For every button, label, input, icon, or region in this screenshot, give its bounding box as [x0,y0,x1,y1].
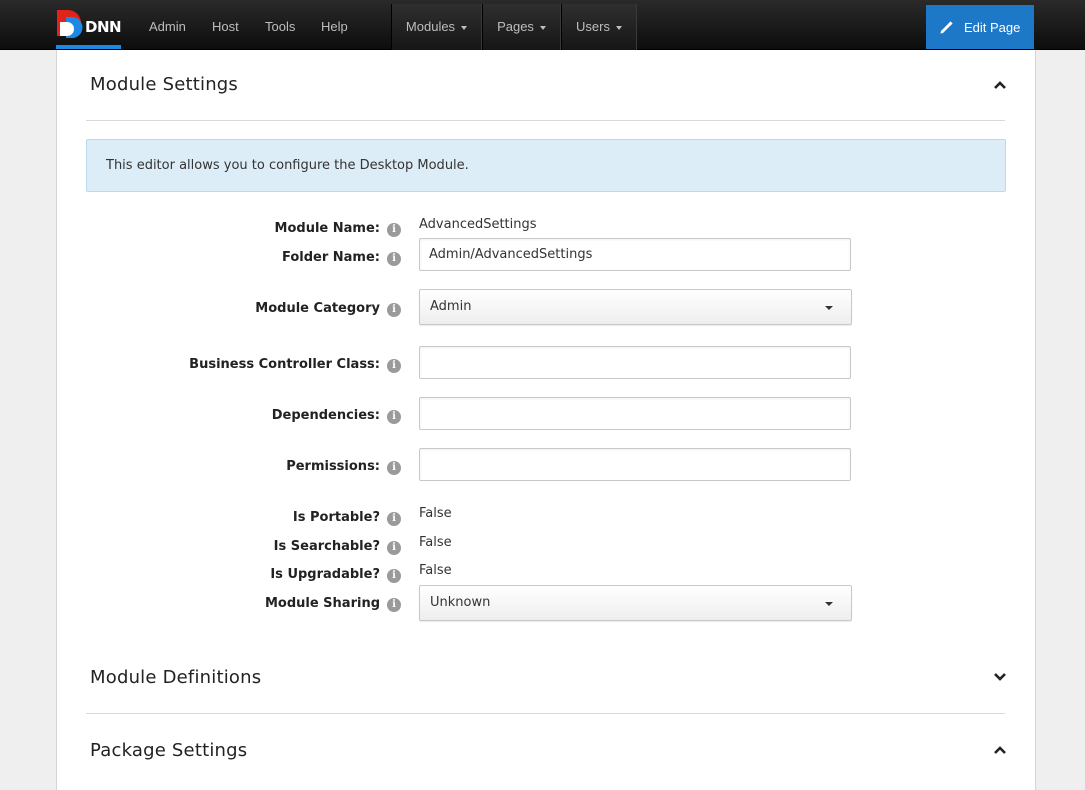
chevron-down-icon[interactable] [993,672,1007,682]
folder-name-label: Folder Name: [281,250,380,265]
chevron-down-icon [539,25,546,30]
control-bar: DNN Admin Host Tools Help Modules Pages … [0,0,1085,50]
chevron-down-icon [615,25,622,30]
package-settings-title[interactable]: Package Settings [90,740,247,761]
is-portable-value: False [419,506,452,521]
help-icon[interactable]: i [387,569,401,583]
chevron-up-icon[interactable] [993,745,1007,755]
dropdown-arrow-icon [825,602,833,606]
section-divider [86,120,1005,121]
help-icon[interactable]: i [387,410,401,424]
is-searchable-label: Is Searchable? [273,539,380,554]
menu-pages[interactable]: Pages [482,4,561,50]
help-icon[interactable]: i [387,303,401,317]
business-controller-input[interactable] [419,346,851,379]
logo-active-indicator [56,45,121,49]
svg-text:DNN: DNN [85,18,121,36]
help-icon[interactable]: i [387,359,401,373]
chevron-up-icon[interactable] [993,80,1007,90]
menu-users[interactable]: Users [561,4,637,50]
help-icon[interactable]: i [387,461,401,475]
edit-page-button[interactable]: Edit Page [926,5,1034,49]
help-icon[interactable]: i [387,541,401,555]
module-settings-title: Module Settings [90,74,239,95]
permissions-input[interactable] [419,448,851,481]
help-icon[interactable]: i [387,598,401,612]
folder-name-input[interactable] [419,238,851,271]
module-category-label: Module Category [255,301,380,316]
is-portable-label: Is Portable? [292,510,380,525]
chevron-down-icon [461,25,468,30]
section-divider [86,713,1005,714]
is-upgradable-value: False [419,563,452,578]
module-name-value: AdvancedSettings [419,217,537,232]
menu-users-label: Users [576,19,610,34]
help-icon[interactable]: i [387,252,401,266]
module-category-selected: Admin [430,299,472,314]
dnn-logo[interactable]: DNN [56,8,122,50]
help-icon[interactable]: i [387,512,401,526]
help-icon[interactable]: i [387,223,401,237]
settings-panel: Module Settings This editor allows you t… [56,50,1036,790]
module-definitions-title[interactable]: Module Definitions [90,667,261,688]
is-searchable-value: False [419,535,452,550]
pencil-icon [940,21,953,34]
info-message: This editor allows you to configure the … [86,139,1006,192]
dnn-logo-icon: DNN [57,10,122,38]
permissions-label: Permissions: [286,459,380,474]
module-category-select[interactable]: Admin [419,289,852,325]
dependencies-input[interactable] [419,397,851,430]
dependencies-label: Dependencies: [271,408,380,423]
menu-pages-label: Pages [497,19,534,34]
nav-admin[interactable]: Admin [149,0,186,50]
module-sharing-select[interactable]: Unknown [419,585,852,621]
nav-help[interactable]: Help [321,0,348,50]
edit-page-label: Edit Page [964,20,1021,35]
module-name-label: Module Name: [274,221,380,236]
nav-host[interactable]: Host [212,0,239,50]
dropdown-arrow-icon [825,306,833,310]
module-sharing-label: Module Sharing [264,596,380,611]
module-sharing-selected: Unknown [430,595,491,610]
menu-modules-label: Modules [405,19,456,34]
menu-modules[interactable]: Modules [391,4,482,50]
nav-tools[interactable]: Tools [265,0,295,50]
business-controller-label: Business Controller Class: [189,357,380,372]
is-upgradable-label: Is Upgradable? [270,567,380,582]
